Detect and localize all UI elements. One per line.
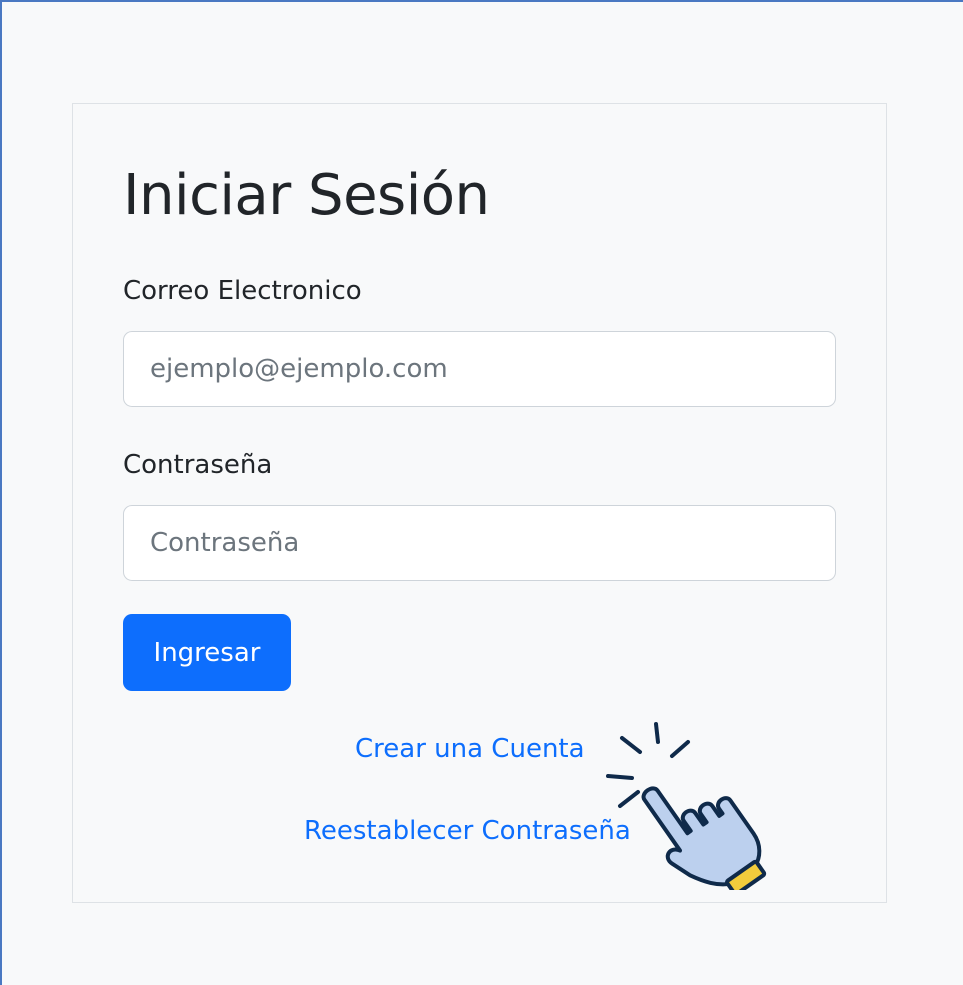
email-input[interactable]	[123, 331, 836, 407]
page-title: Iniciar Sesión	[123, 163, 490, 228]
create-account-link[interactable]: Crear una Cuenta	[355, 734, 585, 765]
email-label: Correo Electronico	[123, 276, 362, 306]
login-card: Iniciar Sesión Correo Electronico Contra…	[72, 103, 887, 903]
password-input[interactable]	[123, 505, 836, 581]
password-label: Contraseña	[123, 450, 273, 480]
page-background: Iniciar Sesión Correo Electronico Contra…	[0, 0, 963, 985]
reset-password-link[interactable]: Reestablecer Contraseña	[304, 816, 631, 847]
login-button[interactable]: Ingresar	[123, 614, 291, 691]
